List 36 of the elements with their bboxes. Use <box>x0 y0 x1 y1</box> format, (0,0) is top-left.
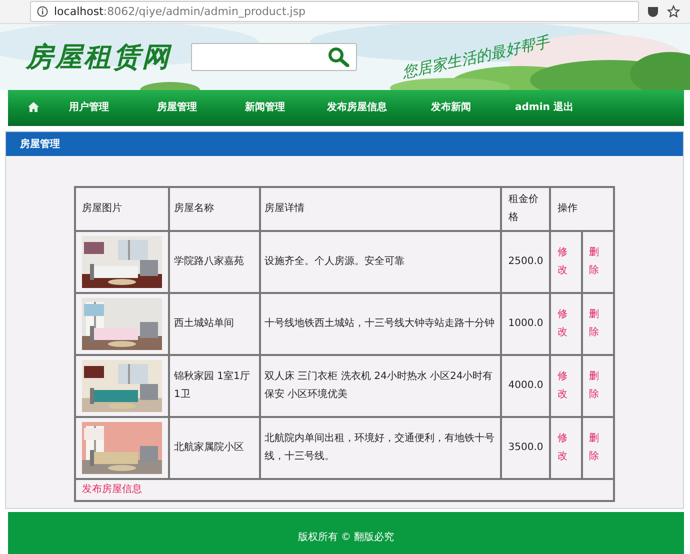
table-cell: 十号线地铁西土城站，十三号线大钟寺站走路十分钟 <box>260 293 502 355</box>
search-field[interactable] <box>191 43 357 71</box>
table-cell: 4000.0 <box>501 355 550 417</box>
column-header: 房屋图片 <box>75 187 169 231</box>
table-cell: 设施齐全。个人房源。安全可靠 <box>260 231 502 293</box>
table-cell: 西土城站单间 <box>169 293 260 355</box>
home-icon[interactable] <box>28 102 39 112</box>
url-text: localhost:8062/qiye/admin/admin_product.jsp <box>54 5 306 18</box>
table-cell: 北航家属院小区 <box>169 417 260 479</box>
table-cell: 1000.0 <box>501 293 550 355</box>
slogan: 您居家生活的最好帮手 <box>400 32 552 82</box>
copyright-text: 版权所有 © 翻版必究 <box>298 530 394 544</box>
panel-title: 房屋管理 <box>20 137 60 151</box>
publish-link[interactable]: 发布房屋信息 <box>82 484 142 495</box>
table-cell: 学院路八家嘉苑 <box>169 231 260 293</box>
address-bar[interactable]: localhost:8062/qiye/admin/admin_product.jsp <box>30 1 639 22</box>
table-cell: 锦秋家园 1室1厅1卫 <box>169 355 260 417</box>
nav-item[interactable]: 新闻管理 <box>245 100 285 114</box>
nav-item[interactable]: admin 退出 <box>515 100 574 114</box>
nav-item[interactable]: 发布房屋信息 <box>327 100 387 114</box>
table-cell: 双人床 三门衣柜 洗衣机 24小时热水 小区24小时有保安 小区环境优美 <box>260 355 502 417</box>
table-cell: 2500.0 <box>501 231 550 293</box>
star-icon[interactable] <box>667 5 680 18</box>
table-cell: 北航院内单间出租，环境好，交通便利，有地铁十号线，十三号线。 <box>260 417 502 479</box>
column-header: 租金价格 <box>501 187 550 231</box>
table-cell: 3500.0 <box>501 417 550 479</box>
nav-item[interactable]: 用户管理 <box>69 100 109 114</box>
column-header: 房屋名称 <box>169 187 260 231</box>
nav-item[interactable]: 房屋管理 <box>157 100 197 114</box>
shield-icon[interactable] <box>647 6 659 18</box>
column-header: 房屋详情 <box>260 187 502 231</box>
column-header: 操作 <box>550 187 614 231</box>
info-icon[interactable] <box>37 6 48 17</box>
search-icon[interactable] <box>328 47 350 67</box>
site-logo: 房屋租赁网 <box>26 41 171 75</box>
nav-item[interactable]: 发布新闻 <box>431 100 471 114</box>
